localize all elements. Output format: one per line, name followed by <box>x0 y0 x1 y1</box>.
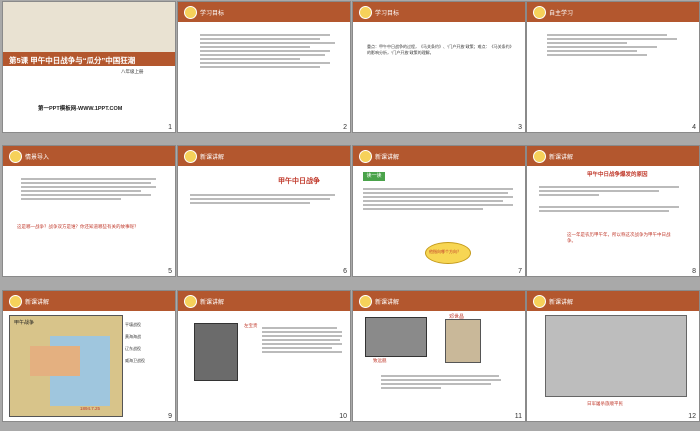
bubble-text: 他指向哪个方向？ <box>429 249 461 254</box>
slide-12[interactable]: 新课讲解 日军屠杀旅顺平民 12 <box>527 291 699 421</box>
header-label: 新课讲解 <box>25 300 50 306</box>
slide-header: 新课讲解 <box>178 291 350 311</box>
portrait-name: 左宝贵 <box>244 323 258 328</box>
badge-icon <box>359 295 372 308</box>
slide-header: 情景导入 <box>3 146 175 166</box>
text-lines <box>200 32 340 70</box>
map-year: 1894.7.25 <box>80 406 101 411</box>
slide-number: 3 <box>518 124 522 131</box>
tag-label: 读一读 <box>363 172 385 181</box>
slide-header: 学习目标 <box>178 2 350 22</box>
text-lines <box>363 186 513 212</box>
header-label: 新课讲解 <box>375 155 400 161</box>
slide-header: 新课讲解 <box>527 146 699 166</box>
text-lines <box>190 192 340 206</box>
badge-icon <box>533 6 546 19</box>
slide-4[interactable]: 自主学习 4 <box>527 2 699 132</box>
body-text: 重点：甲午中日战争的过程，《马关条约》、“门户开放”政策；难点：《马关条约》的影… <box>367 44 512 55</box>
header-label: 新课讲解 <box>549 155 574 161</box>
slide-2[interactable]: 学习目标 2 <box>178 2 350 132</box>
map-title: 甲午战争 <box>14 320 35 326</box>
slide-subtitle: 八年级上册 <box>121 69 144 74</box>
slide-6[interactable]: 新课讲解 甲午中日战争 6 <box>178 146 350 276</box>
slide-1[interactable]: 第5课 甲午中日战争与“瓜分”中国狂潮 八年级上册 第一PPT模板网-WWW.1… <box>3 2 175 132</box>
header-label: 新课讲解 <box>200 155 225 161</box>
header-label: 情景导入 <box>25 155 50 161</box>
person-image <box>445 319 481 363</box>
ship-label: 致远舰 <box>373 358 387 363</box>
slide-number: 11 <box>514 413 522 420</box>
slide-11[interactable]: 新课讲解 致远舰 邓世昌 11 <box>353 291 525 421</box>
slide-header: 新课讲解 <box>353 146 525 166</box>
question-text: 这是哪一战争？战争双方是谁？你还知道哪些有关的故事呢？ <box>17 224 139 229</box>
map-legend: 平壤战役 黄海海战 辽东战役 威海卫战役 <box>125 322 145 363</box>
portrait-image <box>194 323 238 381</box>
badge-icon <box>184 150 197 163</box>
badge-icon <box>184 295 197 308</box>
slide-number: 12 <box>688 413 696 420</box>
slide-7[interactable]: 新课讲解 读一读 他指向哪个方向？ 7 <box>353 146 525 276</box>
person-label: 邓世昌 <box>449 314 465 320</box>
slide-number: 10 <box>339 413 347 420</box>
photo-image <box>545 315 687 397</box>
photo-caption: 日军屠杀旅顺平民 <box>587 401 623 406</box>
slide-number: 6 <box>343 268 347 275</box>
slide-number: 9 <box>168 413 172 420</box>
slide-number: 1 <box>168 124 172 131</box>
slide-9[interactable]: 新课讲解 甲午战争 1894.7.25 平壤战役 黄海海战 辽东战役 威海卫战役 9 <box>3 291 175 421</box>
slide-title: 第5课 甲午中日战争与“瓜分”中国狂潮 <box>9 56 136 65</box>
note-text: 这一年是农历甲午年，所以称这次战争为甲午中日战争。 <box>567 232 671 243</box>
badge-icon <box>359 150 372 163</box>
text-lines <box>539 184 689 214</box>
slide-header: 新课讲解 <box>527 291 699 311</box>
ship-image <box>365 317 427 357</box>
header-label: 新课讲解 <box>375 300 400 306</box>
badge-icon <box>533 150 546 163</box>
watermark-text: 第一PPT模板网-WWW.1PPT.COM <box>38 106 123 112</box>
slide-header: 新课讲解 <box>178 146 350 166</box>
badge-icon <box>533 295 546 308</box>
slide-5[interactable]: 情景导入 这是哪一战争？战争双方是谁？你还知道哪些有关的故事呢？ 5 <box>3 146 175 276</box>
badge-icon <box>359 6 372 19</box>
slide-3[interactable]: 学习目标 重点：甲午中日战争的过程，《马关条约》、“门户开放”政策；难点：《马关… <box>353 2 525 132</box>
header-label: 学习目标 <box>375 11 400 17</box>
section-title: 甲午中日战争爆发的原因 <box>587 172 648 178</box>
slide-number: 4 <box>692 124 696 131</box>
slide-number: 8 <box>692 268 696 275</box>
slide-header: 新课讲解 <box>3 291 175 311</box>
text-lines <box>381 373 501 391</box>
header-label: 自主学习 <box>549 11 574 17</box>
slide-number: 5 <box>168 268 172 275</box>
text-lines <box>262 325 342 355</box>
war-map: 甲午战争 1894.7.25 <box>9 315 123 417</box>
header-label: 学习目标 <box>200 11 225 17</box>
badge-icon <box>9 295 22 308</box>
header-label: 新课讲解 <box>200 300 225 306</box>
slide-8[interactable]: 新课讲解 甲午中日战争爆发的原因 这一年是农历甲午年，所以称这次战争为甲午中日战… <box>527 146 699 276</box>
slide-header: 学习目标 <box>353 2 525 22</box>
text-lines <box>547 32 687 58</box>
text-lines <box>21 176 161 202</box>
slide-header: 自主学习 <box>527 2 699 22</box>
slide-number: 7 <box>518 268 522 275</box>
slide-header: 新课讲解 <box>353 291 525 311</box>
badge-icon <box>184 6 197 19</box>
slide-number: 2 <box>343 124 347 131</box>
badge-icon <box>9 150 22 163</box>
section-title: 甲午中日战争 <box>278 178 320 185</box>
slide-10[interactable]: 新课讲解 左宝贵 10 <box>178 291 350 421</box>
header-label: 新课讲解 <box>549 300 574 306</box>
